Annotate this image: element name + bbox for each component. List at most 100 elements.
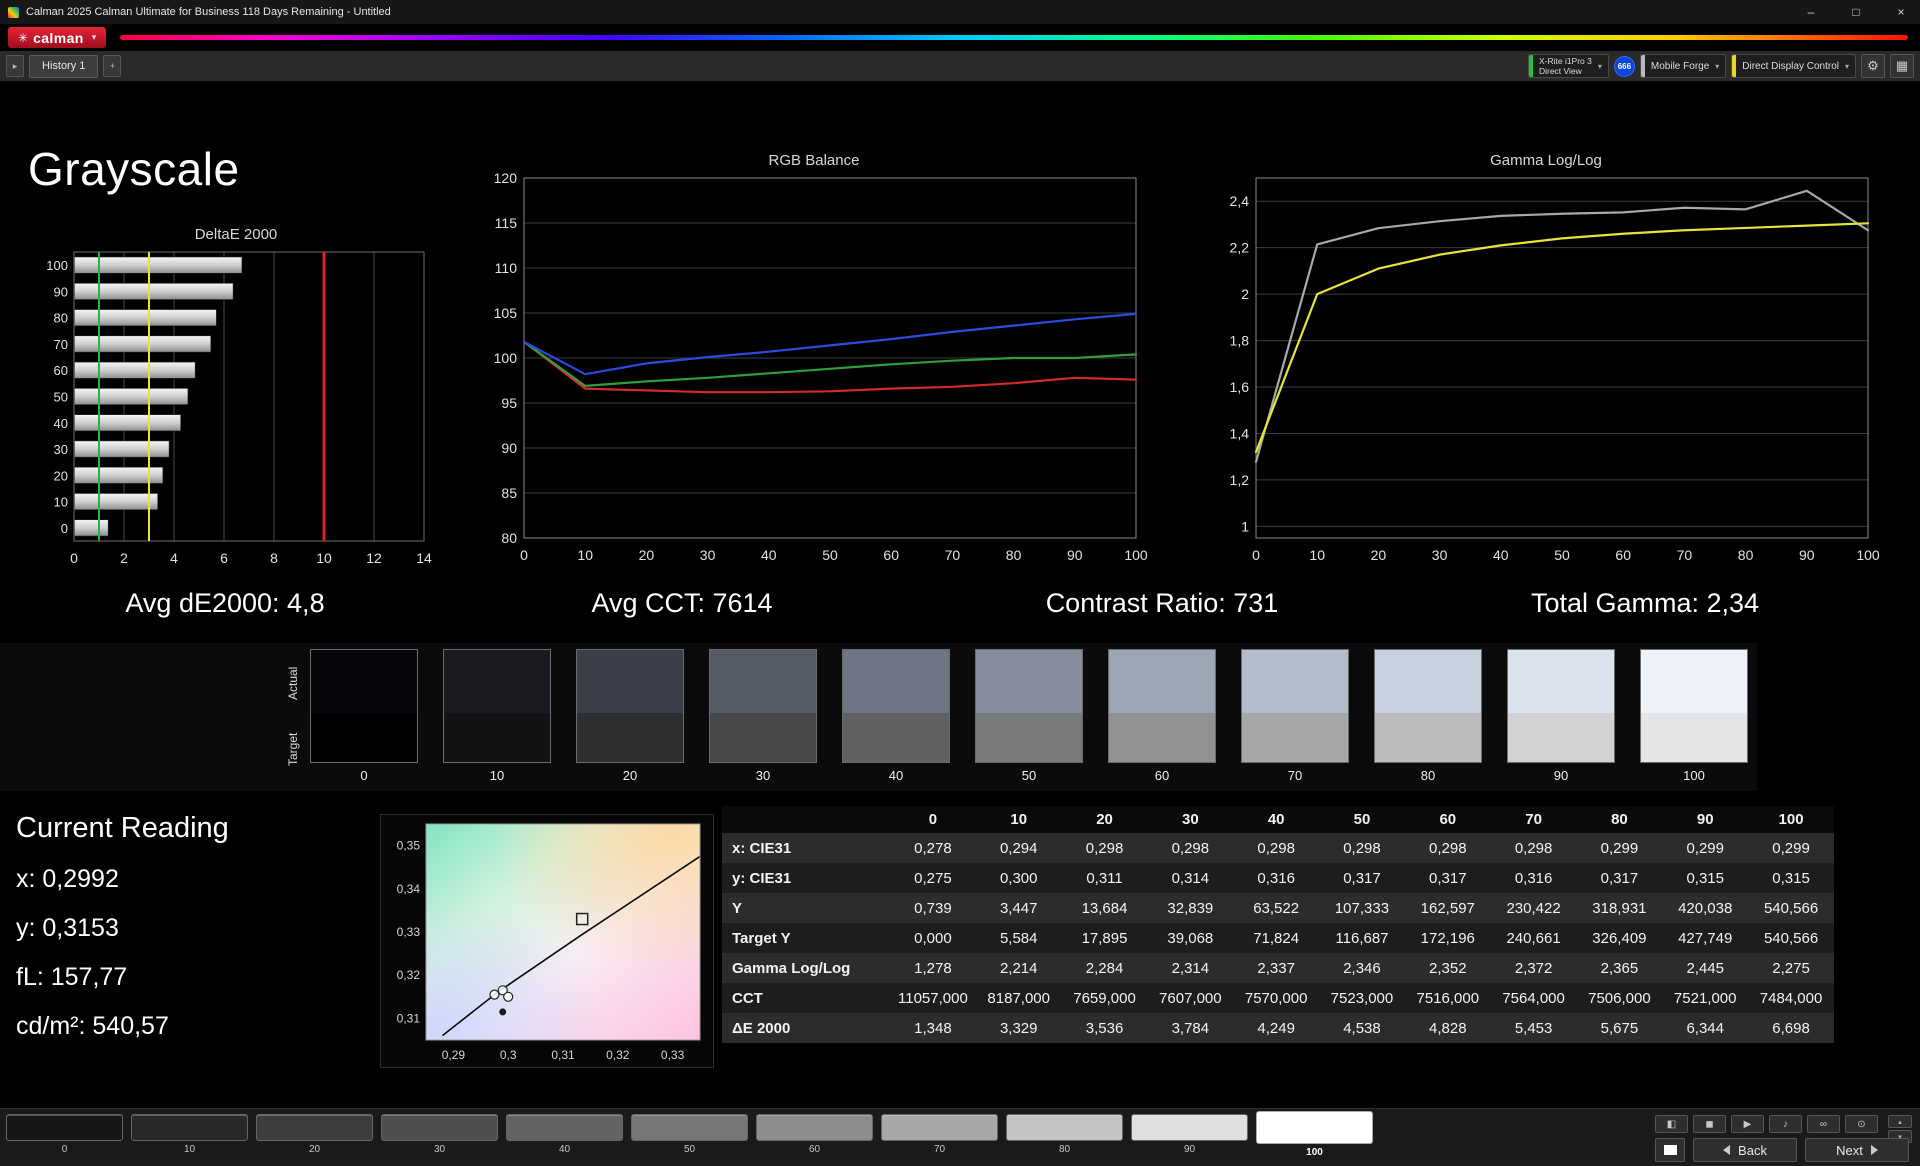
svg-text:2: 2 xyxy=(120,550,128,566)
close-button[interactable]: × xyxy=(1882,0,1920,24)
rgb-balance-line-chart: 80 85 90 95 100 105 110 115 120 0 10 20 30 40 50 60 70 80… xyxy=(494,170,1148,563)
meter-dropdown[interactable]: X-Rite i1Pro 3 Direct View ▾ xyxy=(1527,54,1609,78)
svg-text:80: 80 xyxy=(1738,547,1754,563)
table-cell: 116,687 xyxy=(1335,929,1389,947)
pattern-level-button-10[interactable]: 10 xyxy=(131,1114,248,1158)
swatch-row xyxy=(310,649,1748,763)
table-row: ΔE 2000 1,348 3,329 3,536 3,784 4,249 4,538 4,8… xyxy=(722,1013,1834,1043)
svg-text:100: 100 xyxy=(1124,547,1148,563)
svg-text:90: 90 xyxy=(1067,547,1083,563)
settings-button[interactable]: ⚙ xyxy=(1861,54,1885,78)
svg-text:60: 60 xyxy=(54,363,68,378)
swatch-level-label: 40 xyxy=(888,768,904,783)
grayscale-swatch-70 xyxy=(1241,649,1349,763)
cie-xy-chart: 0,31 0,32 0,33 0,34 0,35 0,29 0,3 0,31 0,32 0,33 xyxy=(397,823,701,1062)
calman-flower-icon: ✳ xyxy=(18,30,29,45)
reading-x: x: 0,2992 xyxy=(16,865,119,893)
table-cell: 8187,000 xyxy=(987,989,1050,1007)
swatch-level-label: 100 xyxy=(1683,768,1705,783)
table-cell: 0,299 xyxy=(1600,839,1639,857)
pattern-level-button-20[interactable]: 20 xyxy=(256,1114,373,1158)
layout-button[interactable]: ▦ xyxy=(1890,54,1914,78)
target-row-label: Target xyxy=(286,732,300,766)
pattern-level-button-80[interactable]: 80 xyxy=(1006,1114,1123,1158)
table-cell: 0,298 xyxy=(1257,839,1295,857)
table-cell: 13,684 xyxy=(1081,899,1128,917)
swatch-actual xyxy=(444,650,550,713)
table-cell: 162,597 xyxy=(1420,899,1475,917)
swatch-actual xyxy=(1242,650,1348,713)
swatch-actual xyxy=(577,650,683,713)
add-tab-button[interactable]: + xyxy=(103,55,122,77)
source-dropdown[interactable]: Mobile Forge ▾ xyxy=(1639,54,1727,78)
table-corner-cell xyxy=(722,806,890,833)
svg-text:14: 14 xyxy=(416,550,432,566)
pattern-swatch xyxy=(881,1114,998,1141)
swatch-actual xyxy=(1508,650,1614,713)
tab-expander-button[interactable]: ▸ xyxy=(6,55,24,77)
pattern-level-button-90[interactable]: 90 xyxy=(1131,1114,1248,1158)
svg-text:20: 20 xyxy=(54,468,68,483)
pattern-level-label: 80 xyxy=(1058,1144,1071,1155)
table-cell: 6,698 xyxy=(1772,1019,1810,1037)
svg-text:0,3: 0,3 xyxy=(500,1048,517,1062)
page-title: Grayscale xyxy=(28,143,240,195)
pattern-level-button-50[interactable]: 50 xyxy=(631,1114,748,1158)
gear-icon: ⚙ xyxy=(1867,58,1879,73)
pattern-bar: 0 10 20 30 40 50 60 70 80 90 100 ◧ ◼ ▶ ♪ ∞ ⊙ ▴ ▾ Back Ne… xyxy=(0,1108,1920,1166)
loop-button[interactable]: ∞ xyxy=(1807,1115,1840,1133)
minimize-button[interactable]: – xyxy=(1792,0,1830,24)
pattern-level-button-70[interactable]: 70 xyxy=(881,1114,998,1158)
svg-text:120: 120 xyxy=(494,172,518,186)
swatch-target xyxy=(710,713,816,762)
svg-text:0,29: 0,29 xyxy=(442,1048,466,1062)
pattern-level-button-30[interactable]: 30 xyxy=(381,1114,498,1158)
table-cell: 0,317 xyxy=(1429,869,1467,887)
swatch-target xyxy=(1375,713,1481,762)
pattern-level-label: 60 xyxy=(808,1144,821,1155)
swatch-actual xyxy=(976,650,1082,713)
svg-text:1,2: 1,2 xyxy=(1230,472,1250,488)
svg-text:10: 10 xyxy=(1309,547,1325,563)
svg-text:0,31: 0,31 xyxy=(397,1011,421,1025)
swatch-level-labels: 0 10 20 30 40 50 60 70 80 90 100 xyxy=(310,768,1748,783)
pattern-level-button-60[interactable]: 60 xyxy=(756,1114,873,1158)
table-column-header: 30 xyxy=(1147,806,1234,833)
audio-button[interactable]: ♪ xyxy=(1769,1115,1802,1133)
toolbar: ▸ History 1 + X-Rite i1Pro 3 Direct View… xyxy=(0,51,1920,82)
play-button[interactable]: ▶ xyxy=(1731,1115,1764,1133)
svg-text:2: 2 xyxy=(1241,286,1249,302)
power-button[interactable]: ⊙ xyxy=(1845,1115,1878,1133)
swatch-level-label: 50 xyxy=(1021,768,1037,783)
pattern-level-label: 50 xyxy=(683,1144,696,1155)
display-control-dropdown[interactable]: Direct Display Control ▾ xyxy=(1731,54,1856,78)
chevron-down-icon: ▾ xyxy=(1715,61,1720,71)
next-button[interactable]: Next xyxy=(1805,1138,1909,1162)
corner-up-button[interactable]: ▴ xyxy=(1888,1115,1912,1128)
meter-badge[interactable]: 666 xyxy=(1613,55,1635,77)
swatch-target xyxy=(843,713,949,762)
pattern-level-label: 10 xyxy=(183,1144,196,1155)
stop-button[interactable]: ◼ xyxy=(1693,1115,1726,1133)
pattern-level-button-100[interactable]: 100 xyxy=(1256,1111,1373,1158)
table-cell: 2,314 xyxy=(1171,959,1210,977)
split-display-button[interactable]: ◧ xyxy=(1655,1115,1688,1133)
table-cell: 172,196 xyxy=(1420,929,1475,947)
swatch-actual xyxy=(311,650,417,713)
chevron-down-icon: ▾ xyxy=(91,32,97,42)
back-button[interactable]: Back xyxy=(1693,1138,1797,1162)
pattern-level-button-0[interactable]: 0 xyxy=(6,1114,123,1158)
swatch-level-label: 80 xyxy=(1420,768,1436,783)
maximize-button[interactable]: □ xyxy=(1837,0,1875,24)
table-cell: 540,566 xyxy=(1763,899,1819,917)
table-cell: 7506,000 xyxy=(1588,989,1651,1007)
pattern-level-button-40[interactable]: 40 xyxy=(506,1114,623,1158)
svg-text:1,8: 1,8 xyxy=(1230,333,1250,349)
calman-menu-button[interactable]: ✳ calman ▾ xyxy=(8,27,107,48)
swatch-actual xyxy=(710,650,816,713)
swatch-target xyxy=(1641,713,1747,762)
grayscale-swatch-100 xyxy=(1640,649,1748,763)
pattern-window-button[interactable] xyxy=(1655,1138,1685,1162)
table-cell: 7516,000 xyxy=(1416,989,1480,1007)
tab-history-1[interactable]: History 1 xyxy=(29,54,99,78)
